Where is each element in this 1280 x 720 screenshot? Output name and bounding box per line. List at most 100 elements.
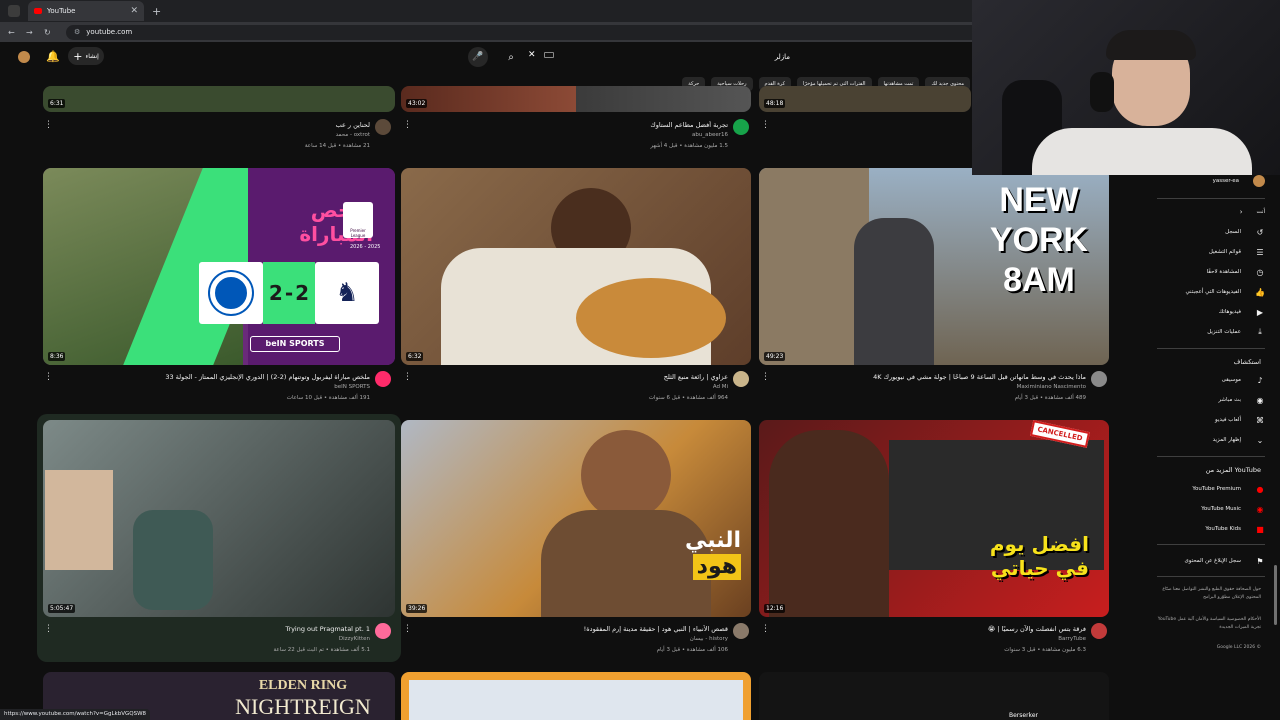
explore-heading: استكشاف <box>1233 358 1261 366</box>
video-thumbnail[interactable]: ملخص المباراة Premier League 2026 - 2025… <box>43 168 395 365</box>
video-title[interactable]: عزاوي | رائعة منبع الثلج <box>420 373 728 381</box>
away-score: 2 <box>295 281 310 305</box>
sidebar-item-playlists[interactable]: ☰ قوائم التشغيل <box>1150 245 1265 259</box>
video-title[interactable]: قصص الأنبياء | النبي هود | حقيقة مدينة إ… <box>420 625 728 633</box>
video-thumbnail[interactable]: 5:05:47 <box>43 420 395 617</box>
sidebar-item-show-more[interactable]: ⌄ إظهار المزيد <box>1150 433 1265 447</box>
more-options-icon[interactable]: ⋮ <box>761 372 770 382</box>
channel-avatar[interactable] <box>375 119 391 135</box>
channel-avatar[interactable] <box>1091 623 1107 639</box>
new-york-line: 8AM <box>1003 261 1075 299</box>
footer-links[interactable]: حول الصحافة حقوق الطبع والنشر التواصل مع… <box>1153 586 1261 602</box>
back-arrow-icon[interactable]: ← <box>8 28 26 37</box>
video-thumbnail[interactable]: 6:32 <box>401 168 751 365</box>
copyright: © 2026 Google LLC <box>1216 645 1261 650</box>
window-control[interactable] <box>8 5 20 17</box>
plus-icon: + <box>73 49 83 63</box>
more-options-icon[interactable]: ⋮ <box>403 120 412 130</box>
video-thumbnail[interactable] <box>401 672 751 720</box>
prophet-title: النبي هود <box>641 528 741 580</box>
url-field[interactable]: ⚙ youtube.com <box>66 24 1006 40</box>
channel-avatar[interactable] <box>733 623 749 639</box>
browser-tab[interactable]: YouTube ✕ <box>28 1 144 21</box>
sidebar-item-gaming[interactable]: ⌘ ألعاب فيديو <box>1150 413 1265 427</box>
sidebar-item-your-videos[interactable]: ▶ فيديوهاتك <box>1150 305 1265 319</box>
sidebar-item-report[interactable]: ⚑ سجل الإبلاغ عن المحتوى <box>1150 554 1265 568</box>
scrollbar-thumb[interactable] <box>1274 565 1277 625</box>
sidebar-item-yt-kids[interactable]: ■ YouTube Kids <box>1150 522 1265 536</box>
video-title[interactable]: لحناين ر عب <box>120 121 370 129</box>
premier-league-logo: Premier League <box>343 202 373 238</box>
more-options-icon[interactable]: ⋮ <box>761 120 770 130</box>
voice-search-mic-icon[interactable]: 🎤 <box>468 47 488 67</box>
sidebar-item-watch-later[interactable]: ◷ المشاهدة لاحقًا <box>1150 265 1265 279</box>
score-separator: - <box>284 281 294 305</box>
sidebar-user[interactable]: yasser-ea <box>1150 174 1265 188</box>
channel-avatar[interactable] <box>375 371 391 387</box>
video-title[interactable]: فرقة بتس انفصلت والآن رسميًا | 😭 <box>778 625 1086 633</box>
video-thumbnail[interactable]: Berserker <box>759 672 1109 720</box>
search-icon[interactable]: ⌕ <box>500 47 522 67</box>
sidebar-item-liked[interactable]: 👍 الفيديوهات التي أعجبتني <box>1150 285 1265 299</box>
channel-avatar[interactable] <box>733 371 749 387</box>
webcam-overlay <box>972 0 1280 175</box>
more-options-icon[interactable]: ⋮ <box>44 624 53 634</box>
channel-name[interactable]: DizzyKitten <box>60 636 370 642</box>
video-thumbnail[interactable]: CANCELLED افضل يوم في حياتي 12:16 <box>759 420 1109 617</box>
more-options-icon[interactable]: ⋮ <box>403 624 412 634</box>
sidebar-you-header[interactable]: أنت › <box>1150 205 1265 219</box>
more-options-icon[interactable]: ⋮ <box>761 624 770 634</box>
new-tab-button[interactable]: + <box>152 5 161 18</box>
video-meta: 21 مشاهدة • قبل 14 ساعة <box>304 143 370 149</box>
video-title[interactable]: Trying out Pragmatal pt. 1 <box>60 625 370 633</box>
channel-name[interactable]: BarryTube <box>778 636 1086 642</box>
video-thumbnail[interactable]: النبي هود 39:26 <box>401 420 751 617</box>
more-options-icon[interactable]: ⋮ <box>44 120 53 130</box>
sidebar-item-history[interactable]: ↺ السجل <box>1150 225 1265 239</box>
video-thumbnail[interactable]: NEW YORK 8AM 49:23 <box>759 168 1109 365</box>
channel-avatar[interactable] <box>375 623 391 639</box>
footer-links[interactable]: الأحكام الخصوصية السياسة والأمان آلية عم… <box>1153 616 1261 632</box>
chevron-right-icon: › <box>1239 208 1243 216</box>
video-thumbnail[interactable]: 48:18 <box>759 86 971 112</box>
sidebar-item-label: المشاهدة لاحقًا <box>1206 269 1241 275</box>
video-thumbnail[interactable]: 6:31 <box>43 86 395 112</box>
sidebar-item-downloads[interactable]: ⤓ عمليات التنزيل <box>1150 325 1265 339</box>
forward-arrow-icon[interactable]: → <box>26 28 44 37</box>
keyboard-icon[interactable] <box>544 52 554 58</box>
search-input[interactable] <box>526 47 796 67</box>
channel-avatar[interactable] <box>733 119 749 135</box>
channel-name[interactable]: Maximiniano Nascimento <box>778 384 1086 390</box>
sidebar-item-label: ألعاب فيديو <box>1214 417 1241 423</box>
reload-icon[interactable]: ↻ <box>44 28 62 37</box>
video-title[interactable]: تجربة أفضل مطاعم الستاوك <box>480 121 728 129</box>
best-day-line: في حياتي <box>990 556 1089 580</box>
sidebar-item-label: YouTube Kids <box>1205 526 1241 532</box>
sidebar-item-music[interactable]: ♪ موسيقى <box>1150 373 1265 387</box>
best-day-title: افضل يوم في حياتي <box>919 532 1089 580</box>
create-button[interactable]: + إنشاء <box>68 47 104 65</box>
more-from-youtube-heading: المزيد من YouTube <box>1205 466 1261 474</box>
channel-avatar[interactable] <box>1091 371 1107 387</box>
more-options-icon[interactable]: ⋮ <box>403 372 412 382</box>
sidebar-item-yt-music[interactable]: ◉ YouTube Music <box>1150 502 1265 516</box>
more-options-icon[interactable]: ⋮ <box>44 372 53 382</box>
video-meta: 5.1 ألف مشاهدة • تم البث قبل 22 ساعة <box>273 647 370 653</box>
video-thumbnail[interactable]: 43:02 <box>401 86 751 112</box>
channel-name[interactable]: Ad Mi <box>420 384 728 390</box>
channel-name[interactable]: abu_abeer16 <box>480 132 728 138</box>
clear-search-icon[interactable]: ✕ <box>528 50 536 60</box>
channel-name[interactable]: oxtrot - محمد <box>120 132 370 138</box>
sidebar-item-live[interactable]: ◉ بث مباشر <box>1150 393 1265 407</box>
new-york-line: YORK <box>989 221 1089 259</box>
notifications-bell-icon[interactable]: 🔔 <box>46 50 60 63</box>
tab-close-icon[interactable]: ✕ <box>130 6 138 16</box>
nightreign-title: NIGHTREIGN <box>235 694 371 719</box>
video-title[interactable]: ملخص مباراة ليفربول وتوتنهام (2-2) | الد… <box>60 373 370 381</box>
sidebar-item-premium[interactable]: ● YouTube Premium <box>1150 482 1265 496</box>
channel-name[interactable]: history - بيسان <box>420 636 728 642</box>
account-avatar[interactable] <box>18 51 30 63</box>
site-info-icon[interactable]: ⚙ <box>74 28 80 36</box>
channel-name[interactable]: beIN SPORTS <box>60 384 370 390</box>
video-title[interactable]: ماذا يحدث في وسط مانهاتن قبل الساعة 9 صب… <box>778 373 1086 381</box>
